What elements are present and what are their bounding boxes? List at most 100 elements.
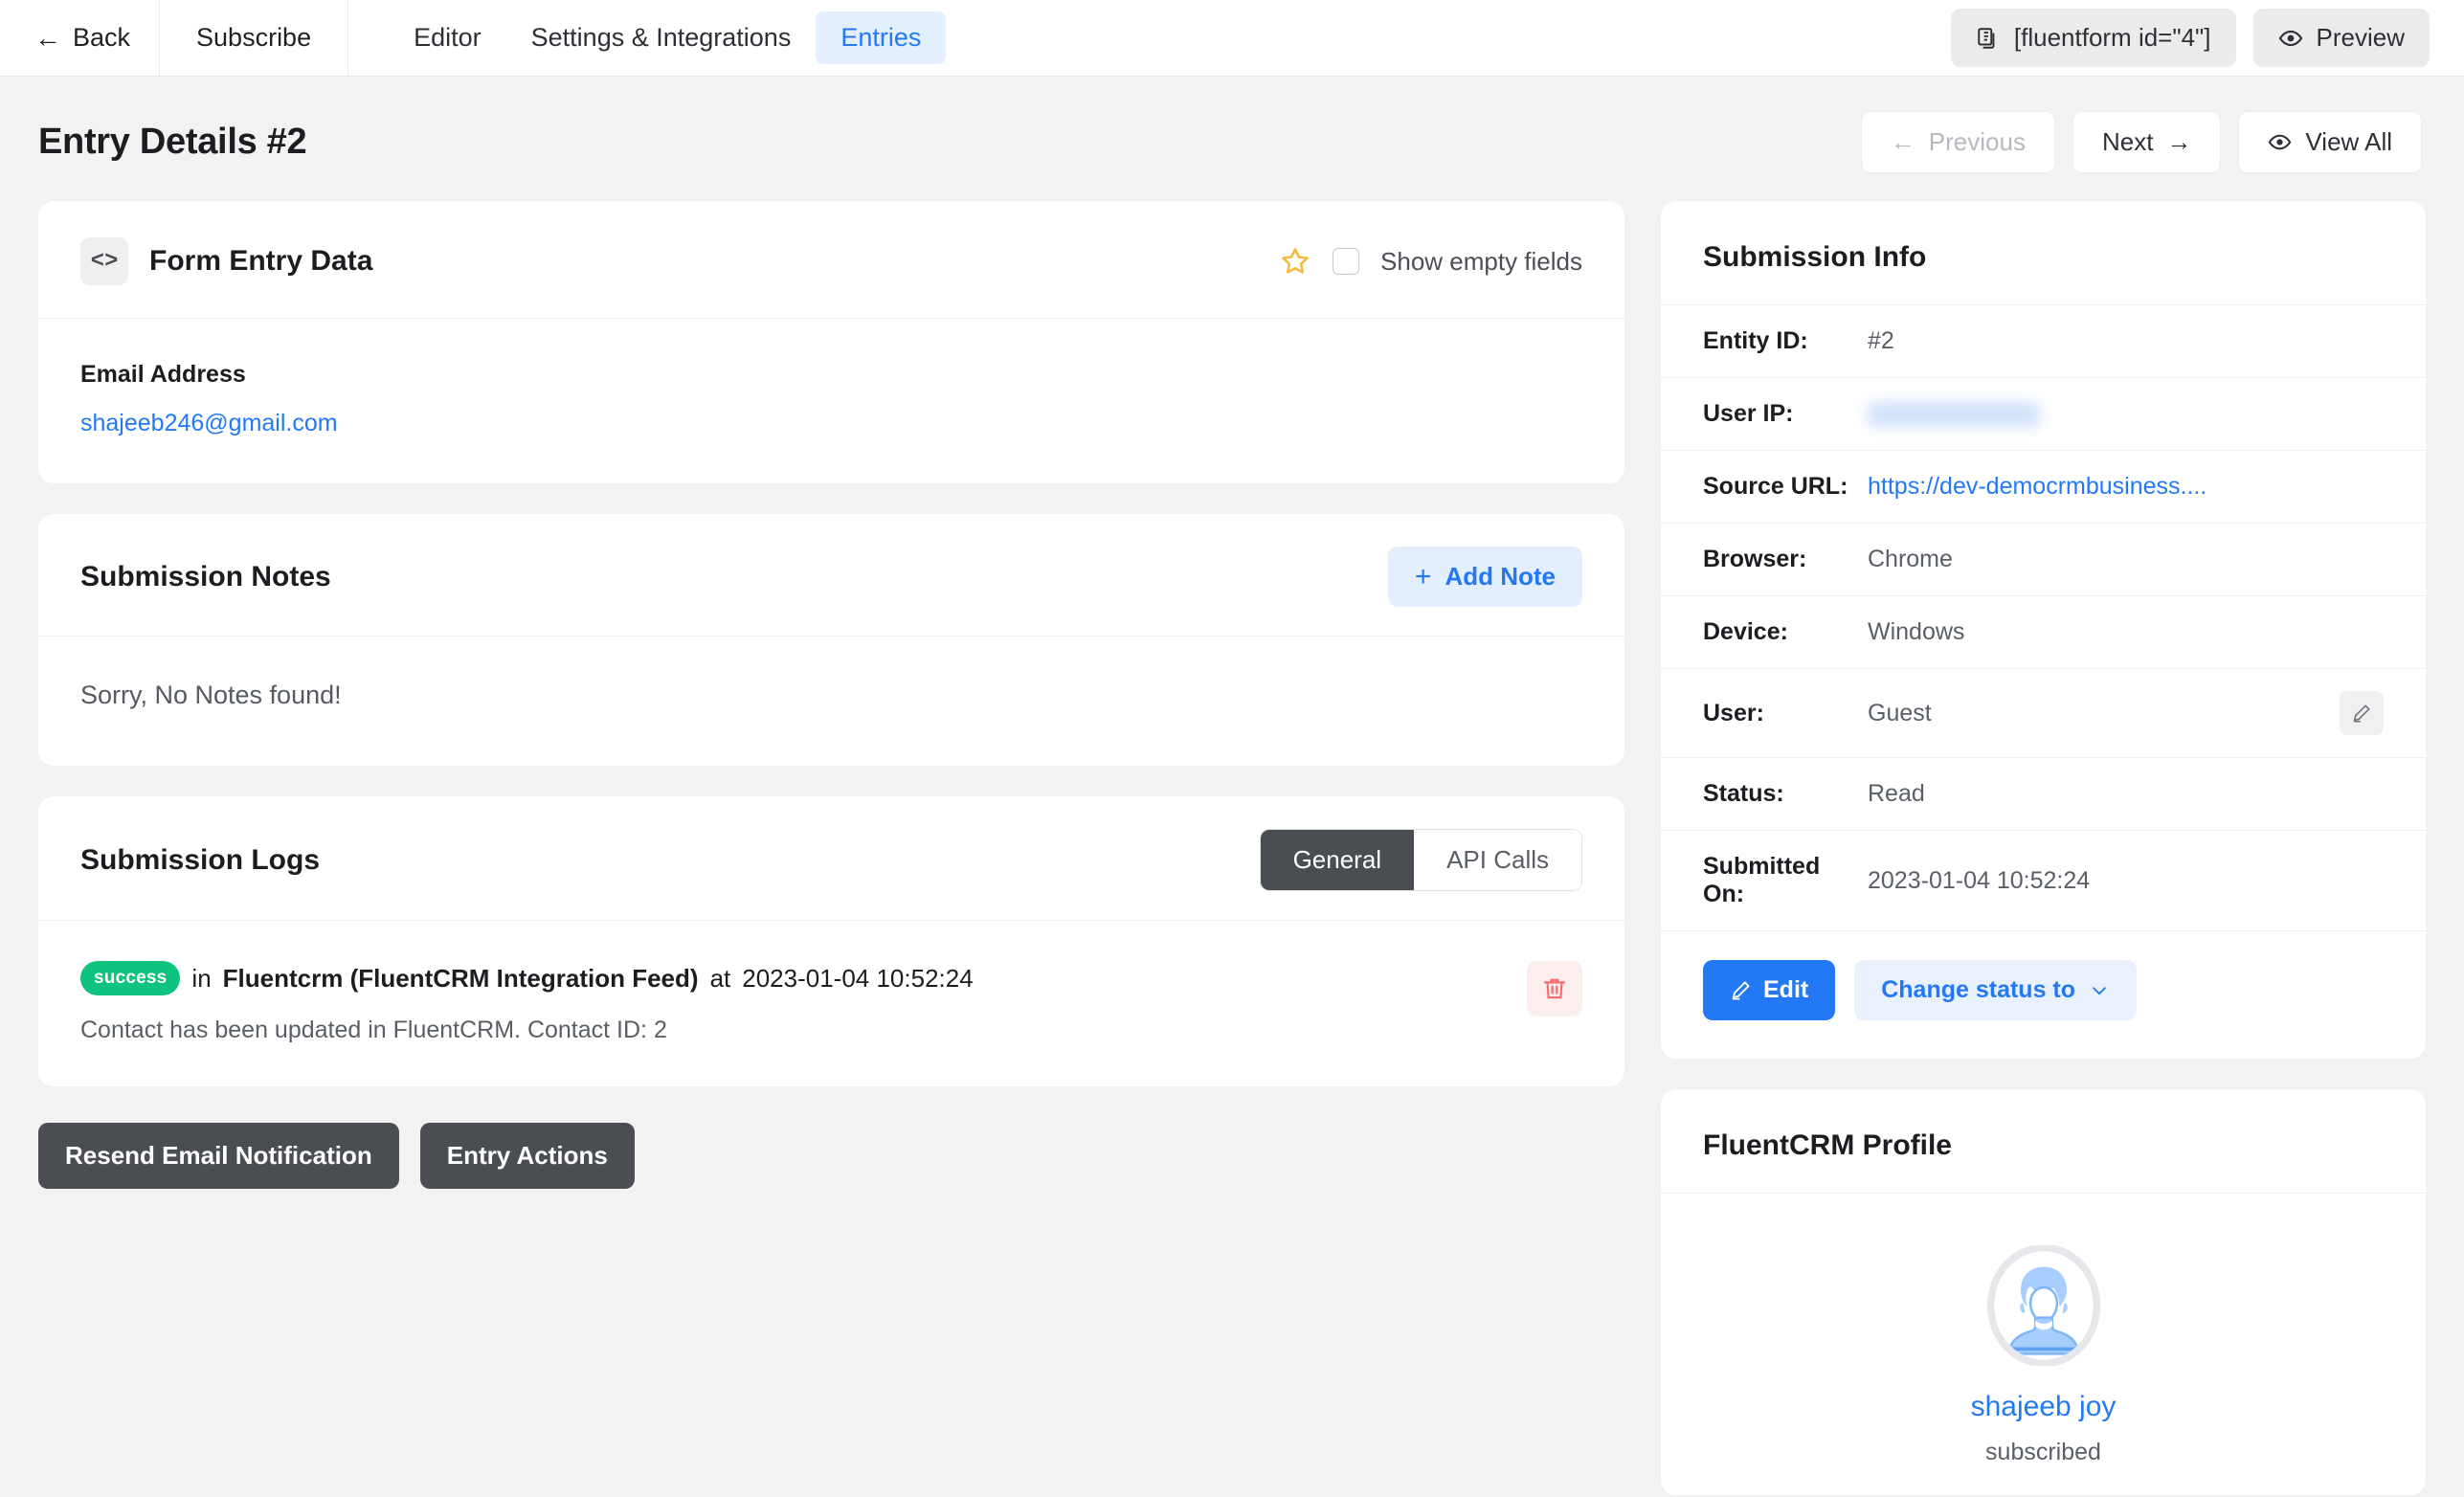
tab-entries[interactable]: Entries	[816, 11, 946, 64]
logs-tab-general[interactable]: General	[1261, 830, 1415, 890]
info-value: Guest	[1868, 700, 1932, 727]
entry-actions-button[interactable]: Entry Actions	[420, 1123, 635, 1189]
submission-info-actions: Edit Change status to	[1661, 931, 2426, 1059]
change-status-label: Change status to	[1881, 976, 2075, 1004]
log-entry-detail: Contact has been updated in FluentCRM. C…	[80, 1017, 1527, 1044]
shortcode-copy-button[interactable]: [fluentform id="4"]	[1951, 9, 2236, 67]
add-note-label: Add Note	[1445, 562, 1556, 592]
submission-notes-title: Submission Notes	[80, 561, 331, 593]
info-key: Submitted On:	[1703, 853, 1868, 908]
edit-label: Edit	[1763, 976, 1808, 1004]
form-entry-data-header: <> Form Entry Data Show empty fields	[38, 201, 1624, 319]
fluentcrm-profile-name[interactable]: shajeeb joy	[1703, 1391, 2384, 1423]
edit-entry-button[interactable]: Edit	[1703, 960, 1835, 1020]
entry-field-value[interactable]: shajeeb246@gmail.com	[80, 410, 338, 436]
resend-email-label: Resend Email Notification	[65, 1141, 372, 1170]
entry-field: Email Address shajeeb246@gmail.com	[80, 361, 1582, 437]
pencil-icon	[1730, 979, 1752, 1001]
log-entry-timestamp: 2023-01-04 10:52:24	[742, 964, 973, 994]
info-value: 2023-01-04 10:52:24	[1868, 867, 2090, 895]
preview-button[interactable]: Preview	[2253, 9, 2430, 67]
arrow-left-icon: ←	[34, 25, 61, 52]
info-value-redacted	[1868, 402, 2040, 427]
code-icon: <>	[80, 237, 128, 285]
submission-notes-card: Submission Notes + Add Note Sorry, No No…	[38, 514, 1624, 766]
submission-notes-header: Submission Notes + Add Note	[38, 514, 1624, 637]
info-row-browser: Browser: Chrome	[1661, 524, 2426, 596]
top-nav-right-group: [fluentform id="4"] Preview	[1951, 0, 2464, 76]
tab-settings-integrations[interactable]: Settings & Integrations	[506, 11, 817, 64]
main-content: <> Form Entry Data Show empty fields Ema…	[0, 172, 2464, 1497]
fluentcrm-profile-status: subscribed	[1703, 1439, 2384, 1466]
resend-email-notification-button[interactable]: Resend Email Notification	[38, 1123, 399, 1189]
top-navigation-bar: ← Back Subscribe Editor Settings & Integ…	[0, 0, 2464, 77]
chevron-down-icon	[2089, 980, 2110, 1001]
info-value: Read	[1868, 780, 1925, 808]
tab-editor[interactable]: Editor	[389, 11, 506, 64]
change-status-dropdown[interactable]: Change status to	[1854, 960, 2137, 1020]
info-key: User IP:	[1703, 400, 1868, 428]
form-entry-data-header-actions: Show empty fields	[1279, 245, 1582, 278]
pencil-icon	[2351, 703, 2372, 724]
source-url-link[interactable]: https://dev-democrmbusiness....	[1868, 473, 2206, 501]
info-value: #2	[1868, 327, 1894, 355]
preview-label: Preview	[2317, 23, 2405, 53]
view-all-entries-button[interactable]: View All	[2238, 111, 2422, 173]
entry-pagination-actions: ← Previous Next → View All	[1861, 111, 2422, 173]
view-all-label: View All	[2305, 127, 2392, 157]
eye-icon	[2278, 26, 2303, 51]
submission-logs-card: Submission Logs General API Calls	[38, 796, 1624, 1086]
info-row-entity-id: Entity ID: #2	[1661, 305, 2426, 378]
show-empty-fields-checkbox[interactable]	[1333, 248, 1359, 275]
logs-tab-api-calls-label: API Calls	[1446, 845, 1549, 874]
status-badge: success	[80, 961, 180, 995]
submission-logs-title: Submission Logs	[80, 844, 320, 877]
form-entry-data-title: Form Entry Data	[149, 245, 372, 278]
entry-actions-label: Entry Actions	[447, 1141, 608, 1170]
submission-logs-body: success in Fluentcrm (FluentCRM Integrat…	[38, 921, 1624, 1086]
info-key: User:	[1703, 700, 1868, 727]
entry-field-label: Email Address	[80, 361, 1582, 389]
info-key: Browser:	[1703, 546, 1868, 573]
logs-tab-general-label: General	[1293, 845, 1382, 874]
previous-label: Previous	[1929, 127, 2026, 157]
top-nav-left-group: ← Back Subscribe Editor Settings & Integ…	[0, 0, 946, 76]
info-value: Windows	[1868, 618, 1964, 646]
notes-empty-message: Sorry, No Notes found!	[80, 681, 1582, 710]
tab-entries-label: Entries	[840, 23, 921, 52]
edit-user-button[interactable]	[2340, 691, 2384, 735]
entry-bottom-actions: Resend Email Notification Entry Actions	[38, 1117, 1624, 1189]
submission-logs-header: Submission Logs General API Calls	[38, 796, 1624, 921]
info-row-user: User: Guest	[1661, 669, 2426, 758]
previous-entry-button[interactable]: ← Previous	[1861, 111, 2055, 173]
subscribe-button[interactable]: Subscribe	[159, 0, 348, 76]
next-entry-button[interactable]: Next →	[2072, 111, 2221, 173]
top-nav-tabs: Editor Settings & Integrations Entries	[389, 0, 946, 76]
star-icon[interactable]	[1279, 245, 1311, 278]
show-empty-fields-label[interactable]: Show empty fields	[1380, 247, 1582, 277]
logs-tab-group: General API Calls	[1260, 829, 1582, 891]
info-key: Entity ID:	[1703, 327, 1868, 355]
next-label: Next	[2102, 127, 2153, 157]
info-row-user-ip: User IP:	[1661, 378, 2426, 451]
add-note-button[interactable]: + Add Note	[1388, 547, 1582, 607]
back-label: Back	[73, 23, 130, 53]
submission-info-title: Submission Info	[1661, 201, 2426, 305]
back-button[interactable]: ← Back	[0, 0, 159, 76]
submission-notes-header-actions: + Add Note	[1388, 547, 1582, 607]
delete-log-button[interactable]	[1527, 961, 1582, 1017]
info-row-status: Status: Read	[1661, 758, 2426, 831]
fluentcrm-profile-title: FluentCRM Profile	[1661, 1089, 2426, 1194]
left-column: <> Form Entry Data Show empty fields Ema…	[38, 201, 1624, 1189]
info-value: Chrome	[1868, 546, 1953, 573]
fluentcrm-profile-body: shajeeb joy subscribed	[1661, 1194, 2426, 1495]
logs-tab-api-calls[interactable]: API Calls	[1414, 830, 1581, 890]
eye-icon	[2268, 130, 2292, 154]
right-sidebar: Submission Info Entity ID: #2 User IP: S…	[1661, 201, 2426, 1497]
copy-icon	[1976, 26, 2001, 51]
info-row-submitted-on: Submitted On: 2023-01-04 10:52:24	[1661, 831, 2426, 931]
log-entry-at-word: at	[710, 964, 731, 994]
log-entry: success in Fluentcrm (FluentCRM Integrat…	[80, 961, 1582, 1044]
info-key: Device:	[1703, 618, 1868, 646]
subscribe-label: Subscribe	[196, 23, 311, 53]
